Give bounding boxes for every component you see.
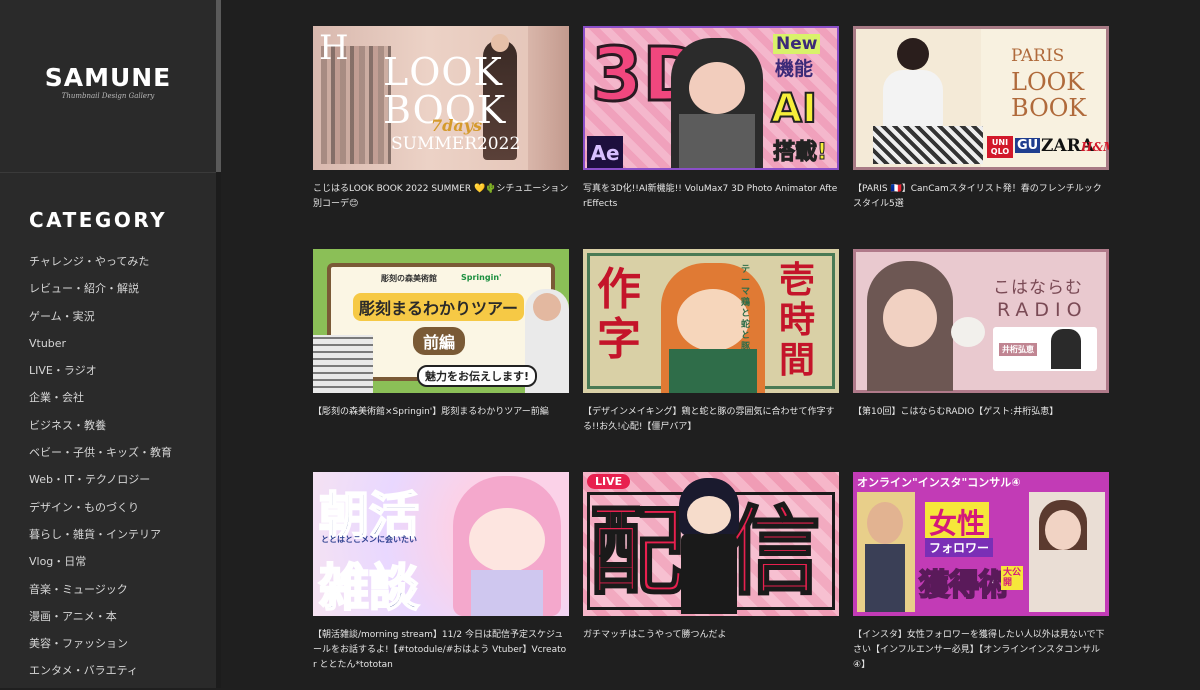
hm-logo: H&M <box>1081 140 1109 154</box>
sidebar-scrollbar[interactable] <box>216 0 221 172</box>
thumbnail-card[interactable]: 作字 壱時間 テーマ 鶏と蛇と豚 【デザインメイキング】鶏と蛇と豚の雰囲気に合わ… <box>583 249 839 435</box>
thumbnail-image[interactable]: こはならむ RADIO 井桁弘恵 <box>853 249 1109 393</box>
category-item[interactable]: エンタメ・バラエティ <box>29 662 172 689</box>
thumb-text: 作字 <box>597 264 641 365</box>
card-caption[interactable]: 【朝活雑談/morning stream】11/2 今日は配信予定スケジュールを… <box>313 628 569 673</box>
category-item[interactable]: 美容・ファッション <box>29 635 172 662</box>
thumbnail-card[interactable]: こはならむ RADIO 井桁弘恵 【第10回】こはならむRADIO【ゲスト:井桁… <box>853 249 1109 420</box>
card-caption[interactable]: 【PARIS 🇫🇷】CanCamスタイリスト発！春のフレンチルックスタイル5選 <box>853 182 1109 212</box>
live-badge: LIVE <box>587 474 631 489</box>
category-item[interactable]: Web・IT・テクノロジー <box>29 471 172 498</box>
thumb-text: LOOK <box>1011 68 1085 96</box>
thumb-text: こはならむ <box>993 278 1083 298</box>
category-list: チャレンジ・やってみた レビュー・紹介・解説 ゲーム・実況 Vtuber LIV… <box>29 253 172 690</box>
thumbnail-image[interactable]: LIVE 配信 <box>583 472 839 616</box>
thumb-text: 大公開 <box>1001 566 1023 590</box>
thumb-text: PARIS <box>1011 46 1065 66</box>
thumbnail-image[interactable]: 彫刻の森美術館 Springin' 彫刻まるわかりツアー 前編 魅力をお伝えしま… <box>313 249 569 393</box>
thumb-text: 井桁弘恵 <box>999 343 1037 356</box>
thumb-text: SUMMER2022 <box>391 134 521 154</box>
card-caption[interactable]: こじはるLOOK BOOK 2022 SUMMER 💛🌵シチュエーション別コーデ… <box>313 182 569 212</box>
thumb-text: 7days <box>431 116 482 135</box>
thumbnail-card[interactable]: LIVE 配信 ガチマッチはこうやって勝つんだよ <box>583 472 839 643</box>
thumb-text: 雑談 <box>318 558 420 616</box>
card-caption[interactable]: 【インスタ】女性フォロワーを獲得したい人以外は見ないで下さい【インフルエンサー必… <box>853 628 1109 673</box>
category-item[interactable]: ベビー・子供・キッズ・教育 <box>29 444 172 471</box>
card-caption[interactable]: 【彫刻の森美術館×Springin'】彫刻まるわかりツアー前編 <box>313 405 569 420</box>
site-logo[interactable]: SAMUNE Thumbnail Design Gallery <box>0 0 216 173</box>
thumb-text: 前編 <box>413 327 466 355</box>
thumb-text: テーマ 鶏と蛇と豚 <box>741 265 751 352</box>
thumb-text: Springin' <box>461 273 502 282</box>
logo-tagline: Thumbnail Design Gallery <box>61 92 155 100</box>
after-effects-icon: Ae <box>587 136 623 168</box>
category-item[interactable]: LIVE・ラジオ <box>29 362 172 389</box>
thumbnail-image[interactable]: 朝活 ととはとこメンに会いたい 雑談 <box>313 472 569 616</box>
thumb-text: H <box>319 28 349 68</box>
gu-logo: GU <box>1015 138 1041 153</box>
thumbnail-card[interactable]: 彫刻の森美術館 Springin' 彫刻まるわかりツアー 前編 魅力をお伝えしま… <box>313 249 569 420</box>
uniqlo-logo: UNI QLO <box>987 136 1013 158</box>
thumbnail-card[interactable]: オンライン"インスタ"コンサル④ 女性 フォロワー 獲得術 大公開 【インスタ】… <box>853 472 1109 673</box>
thumb-text: AI <box>770 85 818 133</box>
category-item[interactable]: 暮らし・雑貨・インテリア <box>29 526 172 553</box>
category-item[interactable]: ゲーム・実況 <box>29 308 172 335</box>
category-item[interactable]: Vlog・日常 <box>29 553 172 580</box>
thumb-text: 壱時間 <box>779 260 816 381</box>
category-heading: CATEGORY <box>29 208 168 232</box>
thumbnail-card[interactable]: 3D New 機能 AI 搭載! Ae 写真を3D化!!AI新機能!! Volu… <box>583 26 839 212</box>
sidebar: SAMUNE Thumbnail Design Gallery CATEGORY… <box>0 0 216 688</box>
card-caption[interactable]: 写真を3D化!!AI新機能!! VoluMax7 3D Photo Animat… <box>583 182 839 212</box>
category-item[interactable]: ビジネス・教養 <box>29 417 172 444</box>
thumb-text: 女性 <box>925 502 990 542</box>
thumbnail-card[interactable]: 朝活 ととはとこメンに会いたい 雑談 【朝活雑談/morning stream】… <box>313 472 569 673</box>
thumb-text: 獲得術 <box>918 567 1010 604</box>
thumbnail-image[interactable]: PARIS LOOK BOOK UNI QLO GU ZARA H&M <box>853 26 1109 170</box>
card-caption[interactable]: 【第10回】こはならむRADIO【ゲスト:井桁弘恵】 <box>853 405 1109 420</box>
logo-title[interactable]: SAMUNE <box>0 63 216 92</box>
category-item[interactable]: 企業・会社 <box>29 389 172 416</box>
sidebar-divider <box>216 172 221 688</box>
thumbnail-image[interactable]: 3D New 機能 AI 搭載! Ae <box>583 26 839 170</box>
card-caption[interactable]: 【デザインメイキング】鶏と蛇と豚の雰囲気に合わせて作字する!!お久!心配!【僵尸… <box>583 405 839 435</box>
thumb-text: 彫刻まるわかりツアー <box>353 293 525 321</box>
thumbnail-card[interactable]: PARIS LOOK BOOK UNI QLO GU ZARA H&M 【PAR… <box>853 26 1109 212</box>
category-item[interactable]: チャレンジ・やってみた <box>29 253 172 280</box>
thumb-text: オンライン"インスタ"コンサル④ <box>857 476 1021 489</box>
category-item[interactable]: 漫画・アニメ・本 <box>29 608 172 635</box>
category-item[interactable]: デザイン・ものづくり <box>29 499 172 526</box>
thumb-text: 彫刻の森美術館 <box>381 274 437 283</box>
thumb-text: 機能 <box>775 58 814 80</box>
thumb-text: フォロワー <box>925 538 994 557</box>
thumb-text: ととはとこメンに会いたい <box>321 535 417 544</box>
thumb-text: 魅力をお伝えします! <box>417 365 538 387</box>
thumbnail-image[interactable]: オンライン"インスタ"コンサル④ 女性 フォロワー 獲得術 大公開 <box>853 472 1109 616</box>
thumb-text: BOOK <box>1011 94 1087 122</box>
category-item[interactable]: レビュー・紹介・解説 <box>29 280 172 307</box>
thumb-text: 搭載! <box>772 140 828 166</box>
thumb-text: RADIO <box>997 299 1088 321</box>
category-item[interactable]: Vtuber <box>29 335 172 362</box>
thumbnail-image[interactable]: 作字 壱時間 テーマ 鶏と蛇と豚 <box>583 249 839 393</box>
category-item[interactable]: 音楽・ミュージック <box>29 581 172 608</box>
card-caption[interactable]: ガチマッチはこうやって勝つんだよ <box>583 628 839 643</box>
thumbnail-image[interactable]: H LOOK BOOK 7days SUMMER2022 <box>313 26 569 170</box>
thumbnail-card[interactable]: H LOOK BOOK 7days SUMMER2022 こじはるLOOK BO… <box>313 26 569 212</box>
thumb-text: New <box>773 34 821 54</box>
